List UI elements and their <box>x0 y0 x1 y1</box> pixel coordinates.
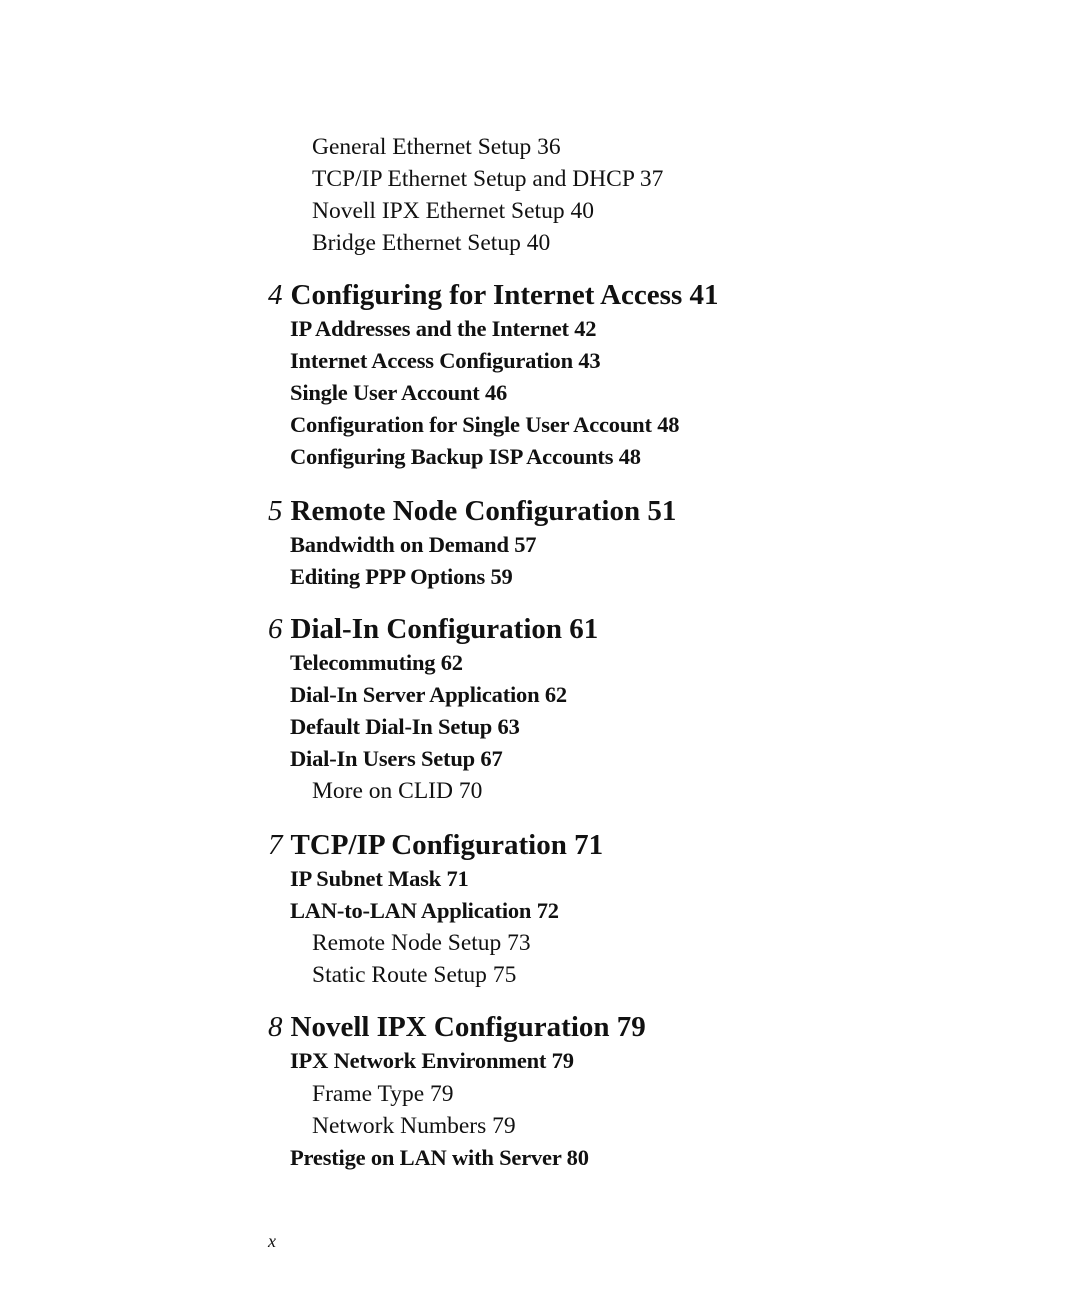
entry-title: Editing PPP Options <box>290 564 485 589</box>
entry-title: Dial-In Configuration <box>290 613 563 645</box>
entry-page-number: 71 <box>574 829 604 861</box>
entry-page-number: 63 <box>497 714 520 739</box>
toc-entry[interactable]: TCP/IP Ethernet Setup and DHCP 37 <box>312 166 664 192</box>
entry-page-number: 62 <box>440 650 463 675</box>
entry-page-number: 62 <box>544 682 567 707</box>
toc-entry[interactable]: Novell IPX Ethernet Setup 40 <box>312 198 594 224</box>
toc-entry[interactable]: Editing PPP Options 59 <box>290 564 513 589</box>
entry-title: Configuring Backup ISP Accounts <box>290 444 614 469</box>
entry-page-number: 70 <box>458 778 483 804</box>
toc-entry[interactable]: Static Route Setup 75 <box>312 962 517 988</box>
chapter-number: 4 <box>268 279 283 311</box>
entry-page-number: 75 <box>492 962 517 988</box>
entry-title: Bridge Ethernet Setup <box>312 230 521 256</box>
entry-page-number: 73 <box>507 930 531 956</box>
toc-entry[interactable]: Bridge Ethernet Setup 40 <box>312 230 551 256</box>
entry-title: LAN-to-LAN Application <box>290 898 532 923</box>
entry-page-number: 41 <box>689 279 719 311</box>
entry-page-number: 51 <box>647 495 677 527</box>
entry-title: TCP/IP Ethernet Setup and DHCP <box>312 166 635 192</box>
chapter-number: 6 <box>268 613 283 645</box>
toc-entry[interactable]: IPX Network Environment 79 <box>290 1048 574 1073</box>
toc-chapter-entry[interactable]: 4 Configuring for Internet Access 41 <box>268 281 718 310</box>
toc-entry[interactable]: IP Addresses and the Internet 42 <box>290 316 597 341</box>
entry-title: IP Addresses and the Internet <box>290 316 569 341</box>
toc-entry[interactable]: Frame Type 79 <box>312 1081 454 1107</box>
entry-page-number: 42 <box>574 316 597 341</box>
entry-title: Configuring for Internet Access <box>290 279 683 311</box>
page-number: x <box>268 1231 276 1251</box>
toc-entry[interactable]: Bandwidth on Demand 57 <box>290 532 537 557</box>
toc-chapter-entry[interactable]: 6 Dial-In Configuration 61 <box>268 615 598 644</box>
toc-entry[interactable]: Network Numbers 79 <box>312 1113 516 1139</box>
entry-title: Frame Type <box>312 1081 425 1107</box>
entry-title: Dial-In Server Application <box>290 682 540 707</box>
entry-title: Novell IPX Configuration <box>290 1011 610 1043</box>
entry-page-number: 67 <box>480 746 503 771</box>
toc-entry[interactable]: More on CLID 70 <box>312 778 483 804</box>
toc-entry[interactable]: IP Subnet Mask 71 <box>290 866 469 891</box>
toc-entry[interactable]: LAN-to-LAN Application 72 <box>290 898 559 923</box>
entry-page-number: 61 <box>569 613 599 645</box>
entry-title: Static Route Setup <box>312 962 487 988</box>
chapter-number: 5 <box>268 495 283 527</box>
entry-page-number: 46 <box>484 380 508 405</box>
toc-entry[interactable]: Default Dial-In Setup 63 <box>290 714 520 739</box>
entry-title: Network Numbers <box>312 1113 487 1139</box>
toc-chapter-entry[interactable]: 8 Novell IPX Configuration 79 <box>268 1013 646 1042</box>
entry-title: Dial-In Users Setup <box>290 746 475 771</box>
entry-title: IP Subnet Mask <box>290 866 441 891</box>
entry-title: Single User Account <box>290 380 480 405</box>
entry-page-number: 79 <box>492 1113 516 1139</box>
toc-entry[interactable]: Configuring Backup ISP Accounts 48 <box>290 444 641 469</box>
chapter-number: 7 <box>268 829 283 861</box>
entry-page-number: 43 <box>578 348 601 373</box>
toc-entry[interactable]: Prestige on LAN with Server 80 <box>290 1145 589 1170</box>
toc-chapter-entry[interactable]: 7 TCP/IP Configuration 71 <box>268 831 603 860</box>
toc-chapter-entry[interactable]: 5 Remote Node Configuration 51 <box>268 497 676 526</box>
chapter-number: 8 <box>268 1011 283 1043</box>
entry-page-number: 79 <box>430 1081 454 1107</box>
toc-entry[interactable]: Internet Access Configuration 43 <box>290 348 601 373</box>
entry-title: Novell IPX Ethernet Setup <box>312 198 565 224</box>
toc-entry[interactable]: Remote Node Setup 73 <box>312 930 531 956</box>
toc-entry[interactable]: Dial-In Users Setup 67 <box>290 746 503 771</box>
entry-title: Remote Node Setup <box>312 930 502 956</box>
entry-title: Telecommuting <box>290 650 436 675</box>
entry-page-number: 57 <box>514 532 537 557</box>
entry-page-number: 79 <box>616 1011 646 1043</box>
toc-entry[interactable]: Configuration for Single User Account 48 <box>290 412 680 437</box>
entry-title: Default Dial-In Setup <box>290 714 493 739</box>
entry-page-number: 48 <box>618 444 641 469</box>
entry-title: Internet Access Configuration <box>290 348 573 373</box>
entry-title: TCP/IP Configuration <box>290 829 567 861</box>
entry-page-number: 40 <box>570 198 594 224</box>
toc-entry[interactable]: Single User Account 46 <box>290 380 508 405</box>
entry-title: Prestige on LAN with Server <box>290 1145 562 1170</box>
entry-page-number: 36 <box>537 134 561 160</box>
entry-page-number: 48 <box>657 412 680 437</box>
toc-entry[interactable]: General Ethernet Setup 36 <box>312 134 561 160</box>
entry-page-number: 37 <box>639 166 664 192</box>
entry-page-number: 79 <box>551 1048 574 1073</box>
entry-title: IPX Network Environment <box>290 1048 547 1073</box>
toc-entry[interactable]: Telecommuting 62 <box>290 650 463 675</box>
entry-title: More on CLID <box>312 778 453 804</box>
entry-title: Configuration for Single User Account <box>290 412 652 437</box>
toc-entry[interactable]: Dial-In Server Application 62 <box>290 682 567 707</box>
entry-page-number: 72 <box>536 898 559 923</box>
entry-page-number: 71 <box>446 866 469 891</box>
entry-title: General Ethernet Setup <box>312 134 532 160</box>
entry-page-number: 40 <box>526 230 551 256</box>
entry-page-number: 59 <box>490 564 513 589</box>
entry-page-number: 80 <box>566 1145 589 1170</box>
entry-title: Bandwidth on Demand <box>290 532 509 557</box>
entry-title: Remote Node Configuration <box>290 495 641 527</box>
